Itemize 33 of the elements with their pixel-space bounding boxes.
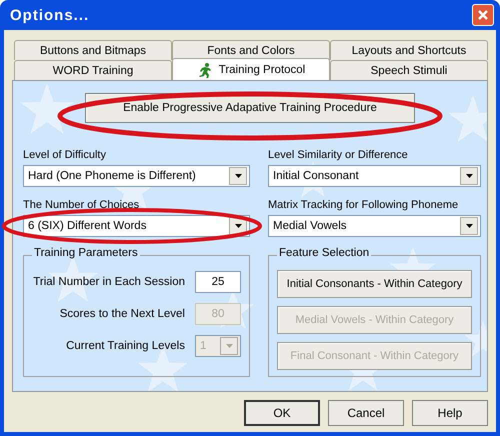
dropdown[interactable]: 6 (SIX) Different Words [23, 215, 250, 237]
dropdown[interactable]: Medial Vowels [268, 215, 481, 237]
group-title: Training Parameters [32, 247, 140, 259]
dropdown[interactable]: Initial Consonant [268, 165, 481, 187]
field-label: Trial Number in Each Session [33, 276, 185, 288]
caret-icon [466, 174, 472, 178]
tab[interactable]: WORD Training [14, 60, 172, 80]
dropdown-label: Level of Difficulty [23, 149, 107, 161]
caret-icon [466, 224, 472, 228]
field-label: Scores to the Next Level [60, 308, 185, 320]
close-icon [477, 9, 489, 21]
dropdown-label: The Number of Choices [23, 199, 140, 211]
tab[interactable]: Buttons and Bitmaps [14, 40, 172, 60]
dropdown-label: Matrix Tracking for Following Phoneme [268, 199, 460, 211]
dropdown-label: Level Similarity or Difference [268, 149, 409, 161]
caret-icon [234, 224, 242, 228]
tab[interactable]: Layouts and Shortcuts [330, 40, 488, 60]
tab[interactable]: Speech Stimuli [330, 60, 488, 80]
tab[interactable]: Fonts and Colors [172, 40, 330, 60]
field-label: Current Training Levels [66, 340, 185, 352]
dialog-button[interactable]: OK [244, 400, 320, 426]
running-figure-icon [196, 62, 213, 78]
close-button[interactable] [472, 4, 494, 26]
group-title: Feature Selection [277, 247, 372, 259]
dropdown[interactable]: Hard (One Phoneme is Different) [23, 165, 250, 187]
caret-icon [234, 174, 242, 178]
tab[interactable]: Training Protocol [172, 58, 330, 80]
dialog-button[interactable]: Help [412, 400, 488, 426]
window-title: Options... [10, 6, 90, 24]
feature-button[interactable]: Initial Consonants - Within Category [277, 270, 472, 298]
input-field[interactable]: 25 [195, 271, 241, 293]
dialog-button[interactable]: Cancel [328, 400, 404, 426]
caret-icon [226, 344, 232, 348]
